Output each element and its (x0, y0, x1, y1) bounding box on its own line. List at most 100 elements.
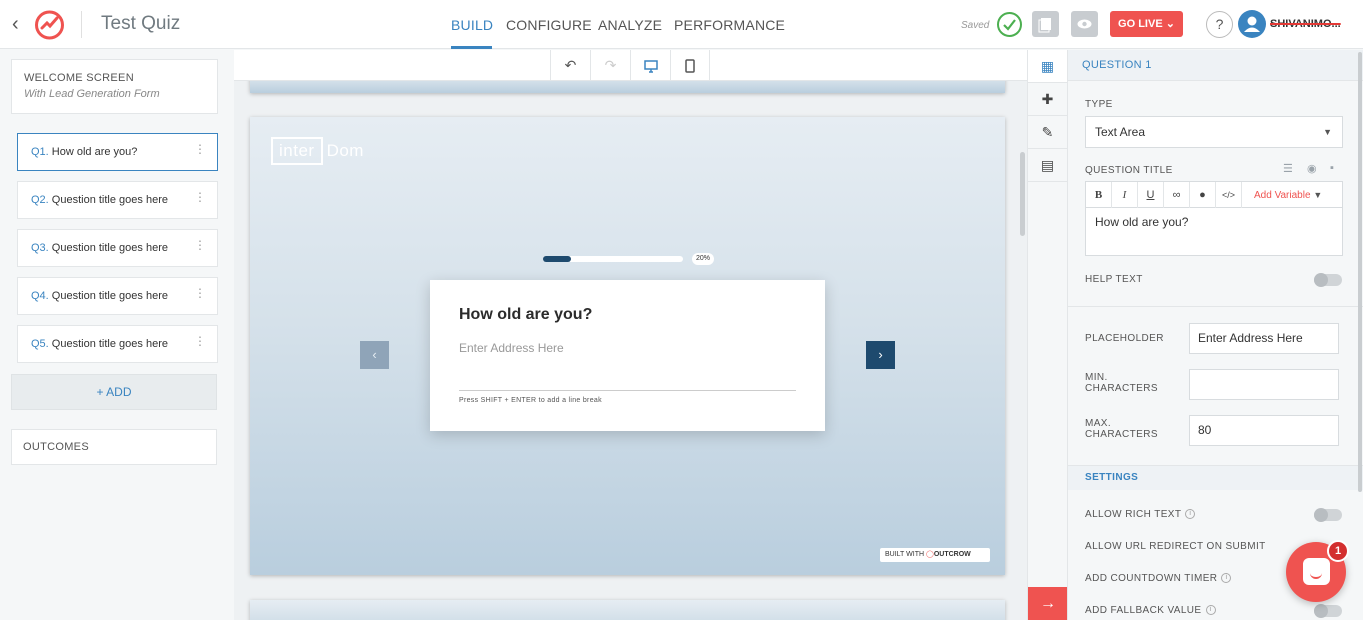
mobile-view-icon[interactable] (670, 50, 710, 81)
info-icon[interactable]: i (1205, 605, 1216, 616)
quiz-title[interactable]: Test Quiz (101, 13, 180, 35)
question-item-5[interactable]: Q5. Question title goes here ⋮ (17, 325, 218, 363)
question-item-2[interactable]: Q2. Question title goes here ⋮ (17, 181, 218, 219)
input-underline (459, 390, 796, 391)
chevron-down-icon: ▼ (1313, 190, 1323, 200)
go-live-button[interactable]: GO LIVE ⌄ (1110, 11, 1183, 37)
outcomes-card[interactable]: OUTCOMES (11, 429, 217, 465)
question-item-1[interactable]: Q1. How old are you? ⋮ (17, 133, 218, 171)
allow-url-redirect-label: ALLOW URL REDIRECT ON SUBMIT (1085, 541, 1266, 552)
question-slide[interactable]: inter Dom 20% ‹ How old are you? Enter Ad… (250, 117, 1005, 575)
info-icon[interactable]: i (1185, 509, 1196, 520)
more-options-icon[interactable]: ⋮ (194, 230, 206, 260)
question-title-input[interactable]: How old are you? (1086, 208, 1342, 236)
countdown-timer-label: ADD COUNTDOWN TIMER i (1085, 573, 1232, 584)
question-title-editor: B I U ∞ ● </> Add Variable ▼ How old are… (1085, 181, 1343, 256)
welcome-screen-subtitle: With Lead Generation Form (24, 88, 160, 100)
panel-scrollbar[interactable] (1358, 52, 1362, 492)
question-title-label: QUESTION TITLE (1085, 165, 1173, 176)
preview-toolbar: ↶ ↷ (234, 50, 1027, 81)
username[interactable]: SHIVANIMO... (1270, 18, 1341, 30)
camera-icon[interactable]: ◉ (1307, 162, 1317, 175)
line-break-hint: Press SHIFT + ENTER to add a line break (459, 397, 602, 404)
placeholder-input[interactable]: Enter Address Here (1189, 323, 1339, 354)
back-arrow-icon[interactable]: ‹ (12, 13, 26, 35)
saved-status: Saved (961, 20, 990, 31)
built-with-badge[interactable]: BUILT WITH ◯OUTCROW (880, 548, 990, 562)
help-text-label: HELP TEXT (1085, 274, 1143, 285)
help-text-toggle[interactable] (1314, 273, 1342, 287)
help-button[interactable]: ? (1206, 11, 1233, 38)
panel-header: QUESTION 1 (1068, 50, 1363, 81)
fallback-value-toggle[interactable] (1314, 604, 1342, 618)
active-tab-underline (451, 46, 492, 49)
add-user-icon[interactable]: ✚ (1028, 83, 1067, 116)
placeholder-label: PLACEHOLDER (1085, 333, 1164, 344)
welcome-screen-card[interactable]: WELCOME SCREEN With Lead Generation Form (11, 59, 218, 114)
undo-icon[interactable]: ↶ (550, 50, 590, 81)
add-question-button[interactable]: + ADD (11, 374, 217, 410)
desktop-view-icon[interactable] (630, 50, 670, 81)
next-slide[interactable] (250, 600, 1005, 620)
more-options-icon[interactable]: ⋮ (194, 326, 206, 356)
question-item-3[interactable]: Q3. Question title goes here ⋮ (17, 229, 218, 267)
question-title: How old are you? (459, 306, 593, 323)
settings-icon-strip: ▦ ✚ ✎ ▤ → (1027, 50, 1068, 620)
chat-notification-badge: 1 (1327, 540, 1349, 562)
allow-rich-text-toggle[interactable] (1314, 508, 1342, 522)
top-bar: ‹ Test Quiz BUILD CONFIGURE ANALYZE PERF… (0, 0, 1363, 49)
previous-arrow-icon[interactable]: ‹ (360, 341, 389, 369)
video-icon[interactable]: ▪ (1330, 162, 1334, 174)
redo-icon[interactable]: ↷ (590, 50, 630, 81)
tab-build[interactable]: BUILD (451, 17, 493, 33)
brand-logo: inter Dom (271, 137, 364, 165)
italic-icon[interactable]: I (1112, 182, 1138, 208)
more-options-icon[interactable]: ⋮ (194, 278, 206, 308)
question-item-4[interactable]: Q4. Question title goes here ⋮ (17, 277, 218, 315)
type-select[interactable]: Text Area ▼ (1085, 116, 1343, 148)
tab-performance[interactable]: PERFORMANCE (674, 17, 785, 33)
copy-button[interactable] (1032, 11, 1059, 37)
code-icon[interactable]: </> (1216, 182, 1242, 208)
collapse-arrow-icon[interactable]: → (1028, 587, 1068, 620)
tab-configure[interactable]: CONFIGURE (506, 17, 592, 33)
dashboard-icon[interactable]: ▦ (1028, 50, 1067, 83)
add-variable-dropdown[interactable]: Add Variable ▼ (1254, 182, 1322, 208)
list-icon[interactable]: ☰ (1283, 162, 1293, 175)
min-characters-input[interactable] (1189, 369, 1339, 400)
type-label: TYPE (1085, 99, 1113, 110)
info-icon[interactable]: i (1221, 573, 1232, 584)
more-options-icon[interactable]: ⋮ (194, 182, 206, 212)
progress-fill (543, 256, 571, 262)
divider (81, 11, 82, 38)
progress-percent: 20% (692, 253, 715, 265)
question-list-panel: WELCOME SCREEN With Lead Generation Form… (0, 50, 234, 620)
progress-bar (543, 256, 683, 262)
editor-toolbar: B I U ∞ ● </> Add Variable ▼ (1086, 182, 1342, 208)
card-icon[interactable]: ▤ (1028, 149, 1067, 182)
min-characters-label: MIN. CHARACTERS (1085, 372, 1158, 394)
max-characters-label: MAX. CHARACTERS (1085, 418, 1158, 440)
answer-input[interactable]: Enter Address Here (459, 341, 564, 355)
user-avatar-icon[interactable] (1238, 10, 1266, 38)
welcome-screen-title: WELCOME SCREEN (24, 72, 134, 84)
divider (1068, 306, 1363, 307)
color-drop-icon[interactable]: ● (1190, 182, 1216, 208)
tab-analyze[interactable]: ANALYZE (598, 17, 662, 33)
chevron-down-icon: ▼ (1323, 127, 1332, 137)
question-card: How old are you? Enter Address Here Pres… (430, 280, 825, 431)
underline-icon[interactable]: U (1138, 182, 1164, 208)
properties-panel: QUESTION 1 TYPE Text Area ▼ QUESTION TITL… (1067, 50, 1363, 620)
preview-canvas: ↶ ↷ inter Dom 20% ‹ How old are you? Ente… (234, 50, 1027, 620)
link-icon[interactable]: ∞ (1164, 182, 1190, 208)
max-characters-input[interactable]: 80 (1189, 415, 1339, 446)
canvas-scrollbar[interactable] (1020, 152, 1025, 236)
more-options-icon[interactable]: ⋮ (194, 134, 206, 164)
settings-header: SETTINGS (1068, 465, 1363, 490)
pencil-icon[interactable]: ✎ (1028, 116, 1067, 149)
outgrow-logo-icon[interactable] (33, 8, 66, 41)
bold-icon[interactable]: B (1086, 182, 1112, 208)
preview-eye-button[interactable] (1071, 11, 1098, 37)
next-arrow-icon[interactable]: › (866, 341, 895, 369)
allow-rich-text-label: ALLOW RICH TEXT i (1085, 509, 1196, 520)
